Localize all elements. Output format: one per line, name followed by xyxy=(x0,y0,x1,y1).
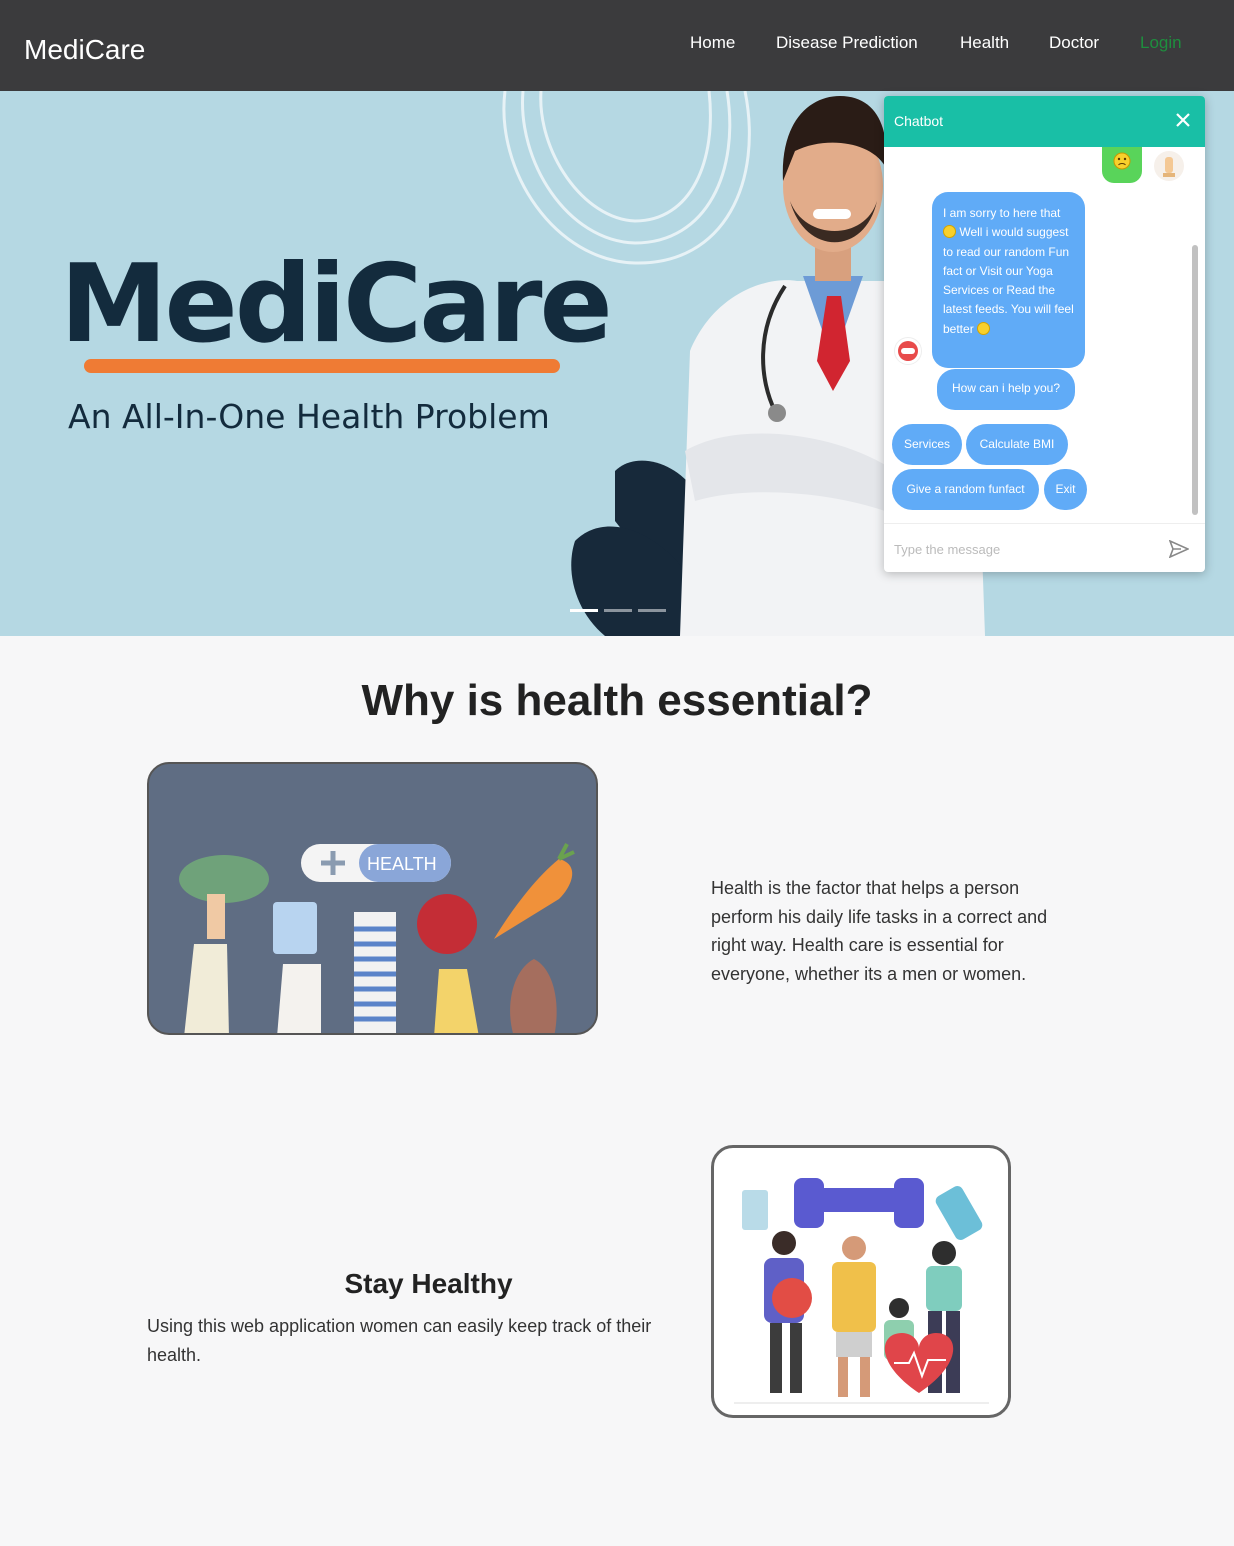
sad-emoji-icon xyxy=(1113,152,1131,170)
brand-logo[interactable]: MediCare xyxy=(24,34,145,66)
health-food-illustration: HEALTH xyxy=(147,762,598,1035)
option-random-funfact[interactable]: Give a random funfact xyxy=(892,469,1039,510)
user-message-bubble xyxy=(1102,147,1142,183)
chatbot-title: Chatbot xyxy=(894,113,944,129)
chatbot-footer xyxy=(884,523,1205,572)
smile-emoji-icon xyxy=(943,225,956,239)
chatbot-messages[interactable]: I am sorry to here that Well i would sug… xyxy=(884,147,1205,523)
health-paragraph: Health is the factor that helps a person… xyxy=(711,878,1048,984)
option-services[interactable]: Services xyxy=(892,424,962,465)
nav-link-disease-prediction[interactable]: Disease Prediction xyxy=(776,33,918,53)
nav-link-home[interactable]: Home xyxy=(690,33,735,53)
chatbot-window: Chatbot I am sorry to here that Well i w… xyxy=(884,96,1205,572)
chatbot-header: Chatbot xyxy=(884,96,1205,147)
option-exit[interactable]: Exit xyxy=(1044,469,1087,510)
carousel-indicator-1[interactable] xyxy=(570,609,598,612)
stay-healthy-title: Stay Healthy xyxy=(344,1268,513,1299)
send-icon[interactable] xyxy=(1169,540,1189,558)
stay-healthy-paragraph: Using this web application women can eas… xyxy=(147,1316,652,1365)
bot-question-bubble: How can i help you? xyxy=(937,369,1075,410)
bot-message-text-2: Well i would suggest to read our random … xyxy=(943,225,1074,336)
hero-subtitle: An All-In-One Health Problem xyxy=(68,397,550,436)
bot-message-bubble: I am sorry to here that Well i would sug… xyxy=(932,192,1085,368)
section-title: Why is health essential? xyxy=(361,676,873,725)
chat-message-input[interactable] xyxy=(894,538,1154,560)
hero-underline xyxy=(84,359,560,373)
bot-message-text-1: I am sorry to here that xyxy=(943,206,1061,220)
bot-avatar-icon xyxy=(894,337,922,365)
hero-title: MediCare xyxy=(60,242,613,367)
nav-link-login[interactable]: Login xyxy=(1140,33,1182,53)
carousel-indicator-3[interactable] xyxy=(638,609,666,612)
option-calculate-bmi[interactable]: Calculate BMI xyxy=(966,424,1068,465)
navbar: MediCare Home Disease Prediction Health … xyxy=(0,0,1234,91)
chat-scrollbar[interactable] xyxy=(1190,155,1200,519)
nav-link-health[interactable]: Health xyxy=(960,33,1009,53)
user-avatar-icon xyxy=(1154,151,1184,181)
nav-link-doctor[interactable]: Doctor xyxy=(1049,33,1099,53)
smile-emoji-icon xyxy=(977,321,991,335)
chat-scrollbar-thumb[interactable] xyxy=(1192,245,1198,515)
fitness-people-illustration xyxy=(711,1145,1011,1418)
close-icon[interactable] xyxy=(1173,110,1193,130)
health-label: HEALTH xyxy=(367,854,437,874)
carousel-indicator-2[interactable] xyxy=(604,609,632,612)
